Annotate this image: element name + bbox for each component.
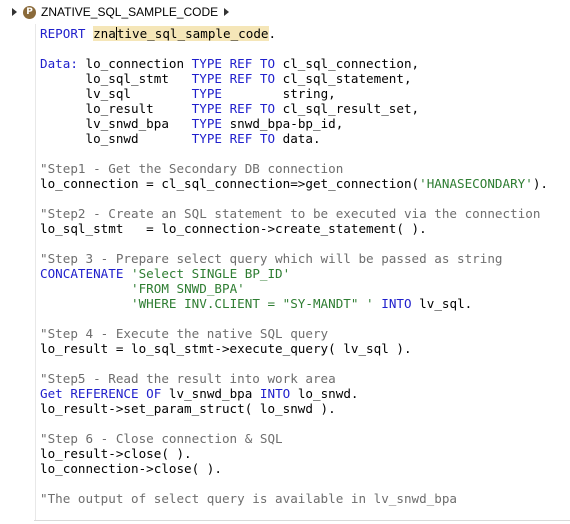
decl-name: lv_sql: [40, 86, 192, 101]
editor-left-ruler: [35, 24, 36, 520]
code-line-decl-4: lv_snwd_bpa TYPE snwd_bpa-bp_id,: [40, 116, 548, 131]
comment-step6: "Step 6 - Close connection & SQL: [40, 431, 283, 446]
code-line-step2: lo_sql_stmt = lo_connection->create_stat…: [40, 221, 427, 236]
decl-type: cl_sql_statement,: [275, 71, 412, 86]
code-line-connection-close: lo_connection->close( ).: [40, 461, 222, 476]
keyword-into: INTO: [381, 296, 412, 311]
editor-bottom-border: [34, 520, 570, 521]
breadcrumb-next-arrow-icon[interactable]: [224, 8, 230, 16]
comment-step5: "Step5 - Read the result into work area: [40, 371, 336, 386]
comment-final: "The output of select query is available…: [40, 491, 458, 506]
code-line-where: 'WHERE INV.CLIENT = "SY-MANDT" ' INTO lv…: [40, 296, 548, 311]
decl-name: lv_snwd_bpa: [40, 116, 192, 131]
code-editor[interactable]: REPORT znative_sql_sample_code. Data: lo…: [0, 24, 570, 524]
comment-step4: "Step 4 - Execute the native SQL query: [40, 326, 329, 341]
comment-step1: "Step1 - Get the Secondary DB connection: [40, 161, 344, 176]
code-line-decl-1: lo_sql_stmt TYPE REF TO cl_sql_statement…: [40, 71, 548, 86]
code-line-step4: lo_result = lo_sql_stmt->execute_query( …: [40, 341, 412, 356]
keyword-concatenate: CONCATENATE: [40, 266, 124, 281]
keyword-report: REPORT: [40, 26, 86, 41]
code-line-decl-3: lo_result TYPE REF TO cl_sql_result_set,: [40, 101, 548, 116]
decl-name: lo_sql_stmt: [40, 71, 192, 86]
decl-name: lo_snwd: [40, 131, 192, 146]
decl-type-keyword: TYPE REF TO: [191, 101, 276, 116]
code-line-decl-5: lo_snwd TYPE REF TO data.: [40, 131, 548, 146]
keyword-data: Data:: [40, 56, 78, 71]
code-line-result-close: lo_result->close( ).: [40, 446, 192, 461]
code-line-report: REPORT znative_sql_sample_code.: [40, 26, 548, 41]
report-end: .: [268, 26, 277, 41]
report-name-part-a: zna: [93, 26, 116, 41]
code-line-get-reference: Get REFERENCE OF lv_snwd_bpa INTO lo_snw…: [40, 386, 548, 401]
abap-program-icon: P: [23, 5, 36, 19]
decl-name: lo_result: [40, 101, 192, 116]
decl-type-keyword: TYPE REF TO: [191, 56, 276, 71]
reference-target: lo_snwd.: [290, 386, 359, 401]
keyword-get-reference: Get REFERENCE OF: [40, 386, 162, 401]
decl-type: string,: [222, 86, 336, 101]
decl-type-keyword: TYPE REF TO: [191, 131, 276, 146]
decl-type-keyword: TYPE REF TO: [191, 71, 276, 86]
report-name-highlight: znative_sql_sample_code: [93, 26, 269, 41]
step1-call: lo_connection = cl_sql_connection=>get_c…: [40, 176, 420, 191]
comment-step3: "Step 3 - Prepare select query which wil…: [40, 251, 503, 266]
decl-type: data.: [275, 131, 321, 146]
breadcrumb: P ZNATIVE_SQL_SAMPLE_CODE: [0, 0, 570, 24]
string-hanasecondary: 'HANASECONDARY': [419, 176, 533, 191]
code-line-decl-2: lv_sql TYPE string,: [40, 86, 548, 101]
code-line-step1: lo_connection = cl_sql_connection=>get_c…: [40, 176, 548, 191]
decl-type: snwd_bpa-bp_id,: [222, 116, 344, 131]
program-title[interactable]: ZNATIVE_SQL_SAMPLE_CODE: [41, 5, 218, 19]
string-where: 'WHERE INV.CLIENT = "SY-MANDT" ': [131, 296, 374, 311]
code-line-set-param: lo_result->set_param_struct( lo_snwd ).: [40, 401, 336, 416]
code-line-concatenate: CONCATENATE 'Select SINGLE BP_ID': [40, 266, 548, 281]
string-select: 'Select SINGLE BP_ID': [131, 266, 291, 281]
code-line-from: 'FROM SNWD_BPA': [40, 281, 548, 296]
string-from: 'FROM SNWD_BPA': [131, 281, 245, 296]
reference-source: lv_snwd_bpa: [161, 386, 260, 401]
decl-type: cl_sql_result_set,: [275, 101, 420, 116]
step1-end: ).: [532, 176, 549, 191]
decl-type-keyword: TYPE: [191, 116, 222, 131]
report-name-part-b: tive_sql_sample_code: [116, 26, 269, 41]
decl-type: cl_sql_connection,: [275, 56, 420, 71]
code-line-decl-0: Data: lo_connection TYPE REF TO cl_sql_c…: [40, 56, 548, 71]
expand-arrow-icon[interactable]: [12, 8, 17, 16]
source-code[interactable]: REPORT znative_sql_sample_code. Data: lo…: [40, 26, 548, 506]
concatenate-target: lv_sql.: [411, 296, 473, 311]
decl-name: lo_connection: [77, 56, 192, 71]
comment-step2: "Step2 - Create an SQL statement to be e…: [40, 206, 541, 221]
decl-type-keyword: TYPE: [191, 86, 222, 101]
keyword-into: INTO: [259, 386, 291, 401]
